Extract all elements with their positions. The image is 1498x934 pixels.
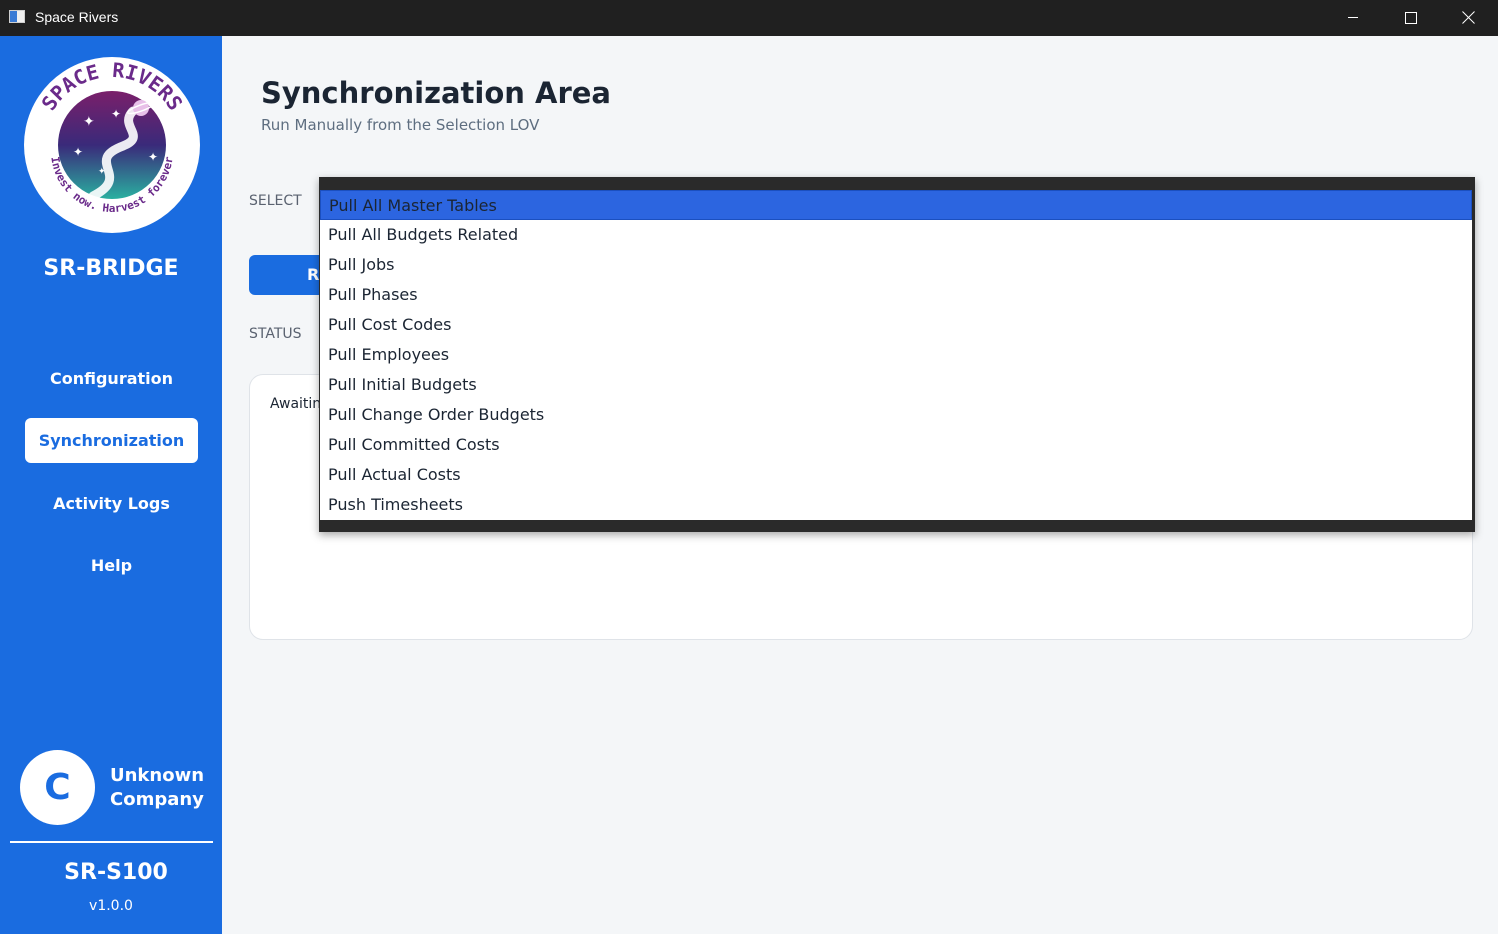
nav-activity-logs[interactable]: Activity Logs — [25, 481, 198, 526]
page-title: Synchronization Area — [261, 76, 611, 110]
window-title: Space Rivers — [35, 9, 119, 25]
dropdown-option-pull-actual-costs[interactable]: Pull Actual Costs — [320, 460, 1472, 490]
select-label: SELECT — [249, 193, 302, 209]
dropdown-option-pull-all-budgets-related[interactable]: Pull All Budgets Related — [320, 220, 1472, 250]
company-name-line2: Company — [110, 789, 204, 810]
svg-text:✦: ✦ — [73, 145, 83, 159]
page-subtitle: Run Manually from the Selection LOV — [261, 116, 540, 134]
company-name-line1: Unknown — [110, 765, 205, 786]
window-titlebar: Space Rivers — [0, 0, 1498, 36]
dropdown-option-pull-committed-costs[interactable]: Pull Committed Costs — [320, 430, 1472, 460]
space-rivers-logo: ✦ ✦ ✦ ✦ ✦ SPACE RIVERS Invest now. Harve… — [24, 57, 200, 233]
dropdown-option-pull-phases[interactable]: Pull Phases — [320, 280, 1472, 310]
dropdown-option-pull-cost-codes[interactable]: Pull Cost Codes — [320, 310, 1472, 340]
close-icon — [1462, 10, 1476, 24]
svg-text:✦: ✦ — [148, 150, 158, 164]
nav-help[interactable]: Help — [25, 543, 198, 588]
app-icon — [9, 10, 25, 23]
svg-text:✦: ✦ — [83, 114, 95, 130]
minimize-icon — [1348, 17, 1358, 18]
maximize-icon — [1405, 12, 1417, 24]
dropdown-option-pull-all-master-tables[interactable]: Pull All Master Tables — [320, 190, 1472, 220]
company-name: Unknown Company — [110, 764, 220, 812]
product-code: SR-S100 — [64, 860, 168, 885]
svg-text:✦: ✦ — [98, 167, 106, 177]
sidebar: ✦ ✦ ✦ ✦ ✦ SPACE RIVERS Invest now. Harve… — [0, 36, 222, 934]
version-label: v1.0.0 — [89, 898, 133, 914]
dropdown-option-pull-jobs[interactable]: Pull Jobs — [320, 250, 1472, 280]
dropdown-option-pull-change-order-budgets[interactable]: Pull Change Order Budgets — [320, 400, 1472, 430]
status-label: STATUS — [249, 326, 302, 342]
nav-synchronization[interactable]: Synchronization — [25, 418, 198, 463]
status-text: Awaitin — [270, 396, 322, 412]
maximize-button[interactable] — [1382, 0, 1440, 36]
dropdown-option-push-timesheets[interactable]: Push Timesheets — [320, 490, 1472, 520]
close-button[interactable] — [1440, 0, 1498, 36]
company-avatar: C — [20, 750, 95, 825]
dropdown-options: Pull All Master Tables Pull All Budgets … — [320, 190, 1472, 520]
minimize-button[interactable] — [1324, 0, 1382, 36]
sync-select-dropdown[interactable]: Pull All Master Tables Pull All Budgets … — [319, 177, 1475, 532]
nav-configuration[interactable]: Configuration — [25, 356, 198, 401]
sidebar-divider — [10, 841, 213, 843]
brand-name: SR-BRIDGE — [43, 256, 179, 281]
dropdown-option-pull-employees[interactable]: Pull Employees — [320, 340, 1472, 370]
dropdown-option-pull-initial-budgets[interactable]: Pull Initial Budgets — [320, 370, 1472, 400]
svg-text:✦: ✦ — [111, 107, 121, 121]
